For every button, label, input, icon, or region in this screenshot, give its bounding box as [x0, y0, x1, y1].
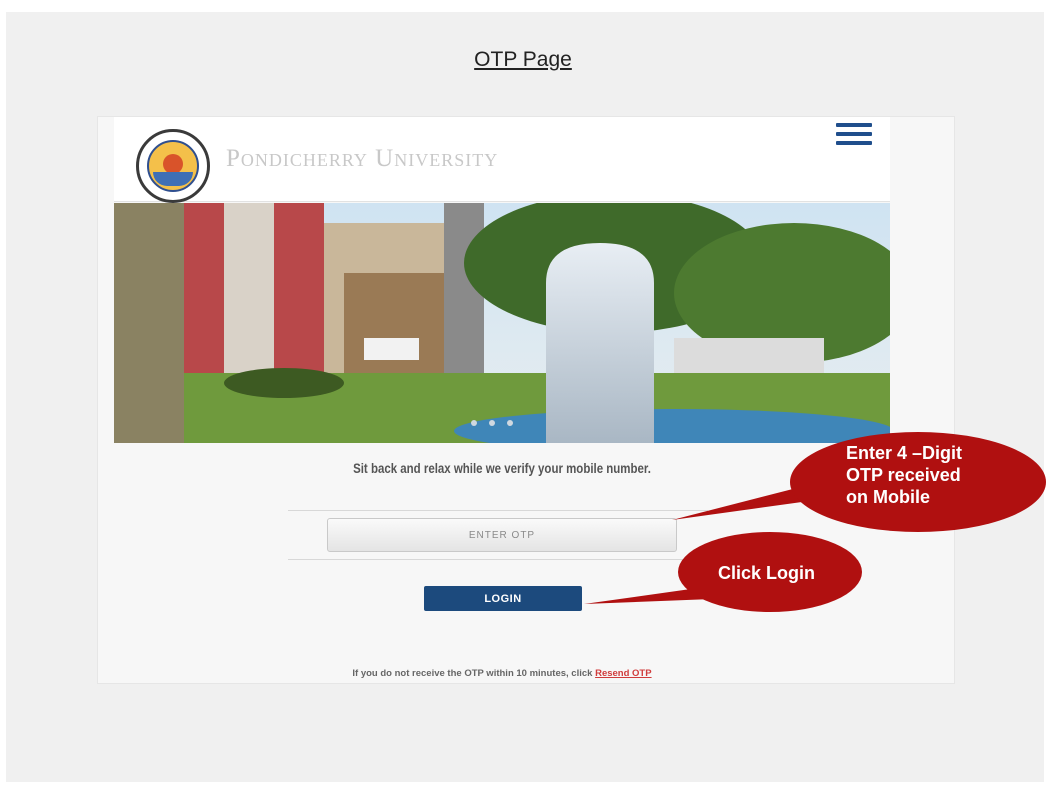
- otp-callout-line: on Mobile: [846, 487, 930, 507]
- callout-layer: [584, 432, 1046, 612]
- otp-callout-text: Enter 4 –Digit OTP received on Mobile: [846, 442, 962, 508]
- login-callout-text: Click Login: [718, 563, 816, 583]
- otp-callout-line: Enter 4 –Digit: [846, 443, 963, 463]
- otp-callout-line: OTP received: [846, 465, 961, 485]
